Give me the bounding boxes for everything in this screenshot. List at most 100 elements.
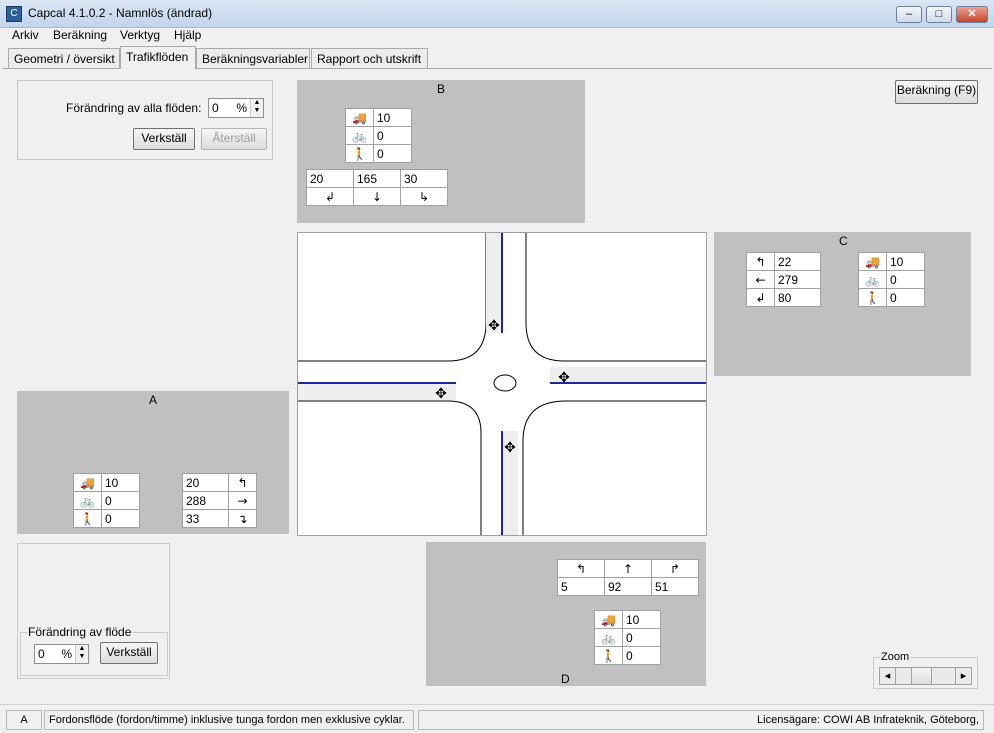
c-turn-left-value[interactable]: 22 xyxy=(774,252,821,271)
zoom-thumb[interactable] xyxy=(911,668,932,684)
b-bike-value[interactable]: 0 xyxy=(373,126,412,145)
a-ped-value[interactable]: 0 xyxy=(101,509,140,528)
a-bike-value[interactable]: 0 xyxy=(101,491,140,510)
flow-change-spinner[interactable]: 0 % ▲ ▼ xyxy=(34,644,89,664)
a-turn-left-value[interactable]: 20 xyxy=(182,473,229,492)
status-license: Licensägare: COWI AB Infrateknik, Götebo… xyxy=(418,710,984,730)
minimize-button[interactable]: – xyxy=(896,6,922,23)
status-approach: A xyxy=(6,710,42,730)
bicycle-icon: 🚲 xyxy=(345,126,374,145)
app-icon: C xyxy=(6,6,22,22)
move-west-icon[interactable]: ✥ xyxy=(435,386,447,402)
approach-a-label: A xyxy=(149,393,158,407)
approach-d-panel: ↰ ↑ ↱ 5 92 51 🚚 10 🚲 0 🚶 0 D xyxy=(426,542,706,686)
move-south-icon[interactable]: ✥ xyxy=(504,440,516,456)
apply-all-button[interactable]: Verkställ xyxy=(133,128,195,150)
approach-d-vehicles: 🚚 10 🚲 0 🚶 0 xyxy=(594,610,661,665)
approach-b-label: B xyxy=(437,82,446,96)
straight-icon: ← xyxy=(746,270,775,289)
approach-a-turns: 20 ↰ 288 → 33 ↴ xyxy=(182,473,257,528)
pedestrians-icon: 🚶 xyxy=(345,144,374,163)
a-turn-right-value[interactable]: 33 xyxy=(182,509,229,528)
all-flows-spinner[interactable]: 0 % ▲ ▼ xyxy=(208,98,264,118)
d-turn-left-value[interactable]: 5 xyxy=(557,577,605,596)
status-description: Fordonsflöde (fordon/timme) inklusive tu… xyxy=(44,710,414,730)
turn-right-icon: ↴ xyxy=(228,509,257,528)
approach-d-label: D xyxy=(561,672,570,686)
title-bar: C Capcal 4.1.0.2 - Namnlös (ändrad) – □ … xyxy=(0,0,994,28)
menu-bar: Arkiv Beräkning Verktyg Hjälp xyxy=(0,28,994,44)
a-straight-value[interactable]: 288 xyxy=(182,491,229,510)
move-east-icon[interactable]: ✥ xyxy=(558,370,570,386)
d-ped-value[interactable]: 0 xyxy=(622,646,661,665)
all-flows-group: Förändring av alla flöden: 0 % ▲ ▼ Verkst… xyxy=(17,80,273,160)
b-straight-value[interactable]: 165 xyxy=(353,169,401,188)
a-heavy-value[interactable]: 10 xyxy=(101,473,140,492)
road-edge-nw xyxy=(298,233,487,362)
flow-change-value: 0 xyxy=(38,647,45,661)
menu-arkiv[interactable]: Arkiv xyxy=(12,28,39,42)
center-island xyxy=(493,374,517,392)
intersection-view[interactable]: ✥ ✥ ✥ ✥ xyxy=(297,232,707,536)
lane-west xyxy=(298,383,456,400)
approach-c-turns: ↰ 22 ← 279 ↲ 80 xyxy=(746,252,821,307)
turn-left-icon: ↰ xyxy=(746,252,775,271)
b-turn-left-value[interactable]: 20 xyxy=(306,169,354,188)
tab-rapport[interactable]: Rapport och utskrift xyxy=(311,48,428,69)
flow-change-legend: Förändring av flöde xyxy=(27,625,133,639)
status-bar: A Fordonsflöde (fordon/timme) inklusive … xyxy=(0,704,994,733)
flow-change-unit: % xyxy=(61,647,72,661)
c-ped-value[interactable]: 0 xyxy=(886,288,925,307)
pedestrians-icon: 🚶 xyxy=(858,288,887,307)
c-turn-right-value[interactable]: 80 xyxy=(774,288,821,307)
bicycle-icon: 🚲 xyxy=(73,491,102,510)
calculate-button[interactable]: Beräkning (F9) xyxy=(895,80,978,104)
truck-icon: 🚚 xyxy=(345,108,374,127)
apply-flow-button[interactable]: Verkställ xyxy=(100,642,158,664)
pedestrians-icon: 🚶 xyxy=(73,509,102,528)
zoom-legend: Zoom xyxy=(880,651,911,663)
window-title: Capcal 4.1.0.2 - Namnlös (ändrad) xyxy=(28,6,213,20)
approach-a-vehicles: 🚚 10 🚲 0 🚶 0 xyxy=(73,473,140,528)
b-heavy-value[interactable]: 10 xyxy=(373,108,412,127)
menu-verktyg[interactable]: Verktyg xyxy=(120,28,160,42)
road-edge-se xyxy=(522,400,706,535)
turn-left-icon: ↰ xyxy=(557,559,605,578)
zoom-in-arrow-icon[interactable]: ▸ xyxy=(955,668,971,684)
truck-icon: 🚚 xyxy=(858,252,887,271)
approach-b-panel: B 🚚 10 🚲 0 🚶 0 20 165 30 ↲ ↓ ↳ xyxy=(297,80,585,223)
turn-right-icon: ↲ xyxy=(746,288,775,307)
b-turn-right-value[interactable]: 30 xyxy=(400,169,448,188)
flow-change-group: Förändring av flöde 0 % ▲ ▼ Verkställ xyxy=(20,625,168,676)
d-straight-value[interactable]: 92 xyxy=(604,577,652,596)
bicycle-icon: 🚲 xyxy=(858,270,887,289)
d-heavy-value[interactable]: 10 xyxy=(622,610,661,629)
tab-berakningsvariabler[interactable]: Beräkningsvariabler xyxy=(196,48,310,69)
menu-hjalp[interactable]: Hjälp xyxy=(174,28,201,42)
spin-arrows-icon[interactable]: ▲ ▼ xyxy=(250,99,263,117)
d-bike-value[interactable]: 0 xyxy=(622,628,661,647)
zoom-group: Zoom ◂ ▸ xyxy=(873,651,978,689)
tab-geometri[interactable]: Geometri / översikt xyxy=(8,48,120,69)
close-button[interactable]: ✕ xyxy=(956,6,988,23)
move-north-icon[interactable]: ✥ xyxy=(488,318,500,334)
tab-trafikfloden[interactable]: Trafikflöden xyxy=(120,46,196,69)
menu-berakning[interactable]: Beräkning xyxy=(53,28,107,42)
zoom-scrollbar[interactable]: ◂ ▸ xyxy=(879,667,972,685)
c-bike-value[interactable]: 0 xyxy=(886,270,925,289)
reset-all-button[interactable]: Återställ xyxy=(201,128,267,150)
maximize-button[interactable]: □ xyxy=(926,6,952,23)
b-ped-value[interactable]: 0 xyxy=(373,144,412,163)
spin-arrows-icon[interactable]: ▲ ▼ xyxy=(75,645,88,663)
c-straight-value[interactable]: 279 xyxy=(774,270,821,289)
all-flows-label: Förändring av alla flöden: xyxy=(66,101,202,115)
zoom-out-arrow-icon[interactable]: ◂ xyxy=(880,668,896,684)
turn-right-icon: ↱ xyxy=(651,559,699,578)
approach-c-label: C xyxy=(839,234,848,248)
truck-icon: 🚚 xyxy=(73,473,102,492)
turn-left-icon: ↲ xyxy=(306,187,354,206)
approach-a-panel: A 🚚 10 🚲 0 🚶 0 20 ↰ 288 → 33 ↴ xyxy=(17,391,289,534)
d-turn-right-value[interactable]: 51 xyxy=(651,577,699,596)
all-flows-value: 0 xyxy=(212,101,219,115)
c-heavy-value[interactable]: 10 xyxy=(886,252,925,271)
